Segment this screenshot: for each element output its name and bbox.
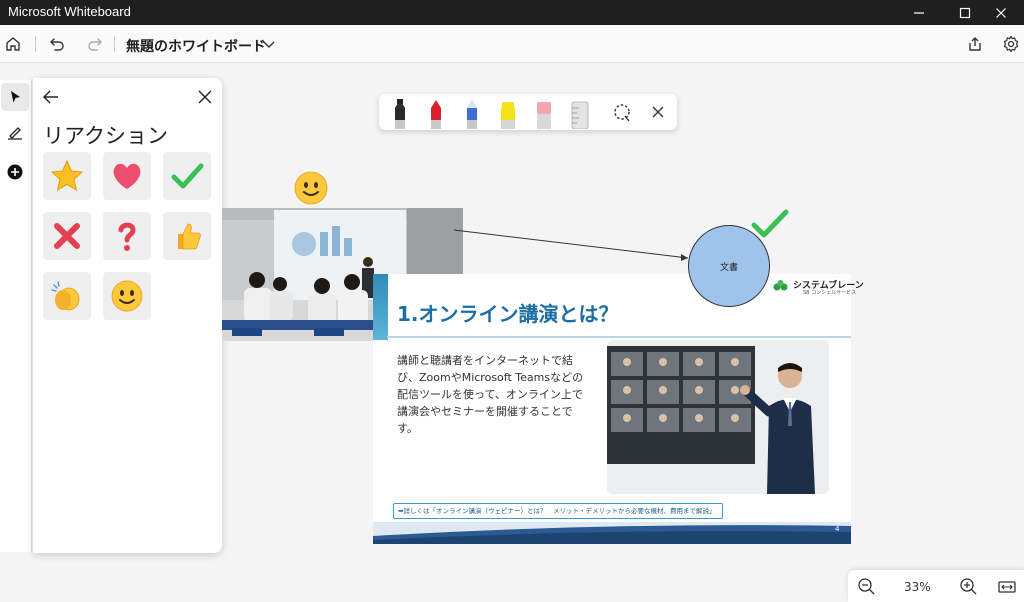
red-pen-icon[interactable] [423,96,449,129]
lasso-select-icon[interactable] [609,96,635,129]
reaction-clapping-hands[interactable] [43,272,91,320]
clapping-hands-icon [51,281,80,311]
chevron-down-icon[interactable] [262,37,276,51]
reaction-heart[interactable] [103,152,151,200]
fit-to-screen-icon[interactable] [996,576,1018,598]
thumbs-up-icon [178,223,201,250]
canvas-checkmark-reaction[interactable] [750,208,790,240]
connector-arrow[interactable] [452,226,694,266]
share-button[interactable] [962,31,988,57]
select-tool-button[interactable] [1,83,29,111]
slide-accent-bar [373,274,388,340]
top-toolbar: 無題のホワイトボード [0,25,1024,63]
cross-icon [54,223,80,249]
checkmark-icon [171,163,204,189]
add-icon [7,164,23,180]
select-icon [11,91,20,103]
slide-footer-band [373,522,851,544]
add-tool-button[interactable] [1,158,29,186]
reaction-smiley[interactable] [103,272,151,320]
reaction-cross[interactable] [43,212,91,260]
company-logo-sub: SB コンシェルサービス [803,290,857,296]
undo-button[interactable] [44,31,70,57]
canvas-smiley-reaction[interactable] [293,170,329,206]
settings-icon [1003,35,1019,53]
zoom-level: 33% [904,580,931,594]
slide-page-number: 4 [835,525,840,533]
board-title[interactable]: 無題のホワイトボード [126,36,266,56]
reaction-question[interactable] [103,212,151,260]
maximize-icon [959,7,971,18]
reaction-star[interactable] [43,152,91,200]
app-title: Microsoft Whiteboard [8,4,131,19]
minimize-button[interactable] [896,0,942,25]
undo-icon [50,38,64,51]
question-mark-icon [118,222,136,251]
close-icon [996,7,1006,18]
ruler-icon[interactable] [567,96,593,129]
smiley-icon [111,280,143,312]
minimize-icon [914,11,924,14]
video-conference-image [607,340,829,494]
left-tool-rail [0,80,32,552]
blue-pen-icon[interactable] [459,96,485,129]
presentation-slide[interactable]: 1.オンライン講演とは？ システムブレーン SB コンシェルサービス 講師と聴講… [373,274,864,544]
zoom-controls: 33% [848,570,1024,602]
redo-icon [88,38,102,51]
slide-body-text: 講師と聴講者をインターネットで結び、ZoomやMicrosoft Teamsなど… [397,354,584,435]
star-icon [50,159,84,192]
slide-heading: 1.オンライン講演とは？ [397,302,619,326]
redo-button[interactable] [82,31,108,57]
heart-icon [113,163,141,189]
panel-title: リアクション [43,124,168,148]
close-window-button[interactable] [978,0,1024,25]
circle-label: 文書 [719,262,738,273]
ink-tool-button[interactable] [1,118,29,146]
close-icon[interactable] [195,87,215,107]
toolbar-divider [114,36,115,52]
home-button[interactable] [0,31,26,57]
slide-divider [387,336,851,338]
reactions-panel: リアクション [33,78,222,553]
pen-palette [379,94,677,130]
home-icon [6,37,20,51]
company-logo-icon [773,280,788,291]
highlighter-icon[interactable] [495,96,521,129]
back-arrow-icon[interactable] [41,87,61,107]
toolbar-divider [35,36,36,52]
ink-icon [8,127,22,140]
slide-link-box[interactable]: ➡詳しくは「オンライン講演（ウェビナー）とは？ メリット・デメリットから必要な機… [393,503,723,519]
settings-button[interactable] [998,31,1024,57]
eraser-icon[interactable] [531,96,557,129]
close-icon[interactable] [645,96,671,129]
title-bar: Microsoft Whiteboard [0,0,1024,25]
zoom-in-icon[interactable] [958,576,980,598]
reaction-thumbs-up[interactable] [163,212,211,260]
zoom-out-icon[interactable] [856,576,878,598]
black-pen-icon[interactable] [387,96,413,129]
reaction-checkmark[interactable] [163,152,211,200]
share-icon [969,37,981,51]
